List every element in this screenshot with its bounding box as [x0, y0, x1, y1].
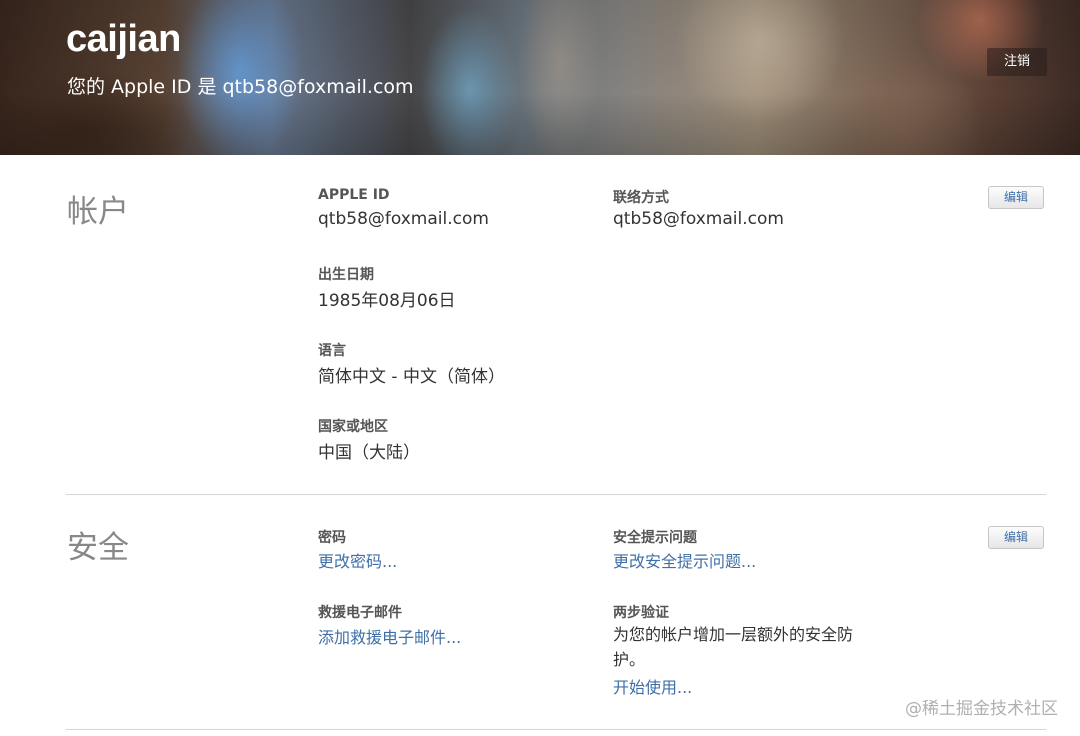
two-step-start-link[interactable]: 开始使用...	[613, 674, 692, 698]
security-edit-button[interactable]: 编辑	[988, 526, 1044, 549]
two-step-label: 两步验证	[613, 605, 669, 621]
add-rescue-email-link[interactable]: 添加救援电子邮件...	[318, 624, 461, 648]
region-value: 中国（大陆）	[318, 443, 420, 463]
language-label: 语言	[318, 343, 346, 359]
region-label: 国家或地区	[318, 419, 388, 435]
security-question-label: 安全提示问题	[613, 530, 697, 546]
contact-value: qtb58@foxmail.com	[613, 209, 784, 229]
birthday-label: 出生日期	[318, 267, 374, 283]
security-section-title: 安全	[67, 530, 129, 566]
section-divider	[66, 494, 1046, 495]
apple-id-value: qtb58@foxmail.com	[318, 209, 489, 229]
rescue-email-label: 救援电子邮件	[318, 605, 402, 621]
contact-label: 联络方式	[613, 190, 669, 206]
birthday-value: 1985年08月06日	[318, 291, 456, 311]
change-security-question-link[interactable]: 更改安全提示问题...	[613, 548, 756, 572]
watermark: @稀土掘金技术社区	[905, 699, 1058, 719]
apple-id-label: APPLE ID	[318, 187, 390, 203]
language-value: 简体中文 - 中文（简体）	[318, 367, 505, 387]
account-edit-button[interactable]: 编辑	[988, 186, 1044, 209]
user-name: caijian	[66, 18, 181, 60]
signout-button[interactable]: 注销	[987, 48, 1047, 76]
change-password-link[interactable]: 更改密码...	[318, 548, 397, 572]
bottom-divider	[66, 729, 1046, 730]
two-step-description: 为您的帐户增加一层额外的安全防护。	[613, 625, 854, 669]
account-section-title: 帐户	[67, 194, 129, 230]
password-label: 密码	[318, 530, 346, 546]
apple-id-subtitle: 您的 Apple ID 是 qtb58@foxmail.com	[67, 76, 414, 98]
